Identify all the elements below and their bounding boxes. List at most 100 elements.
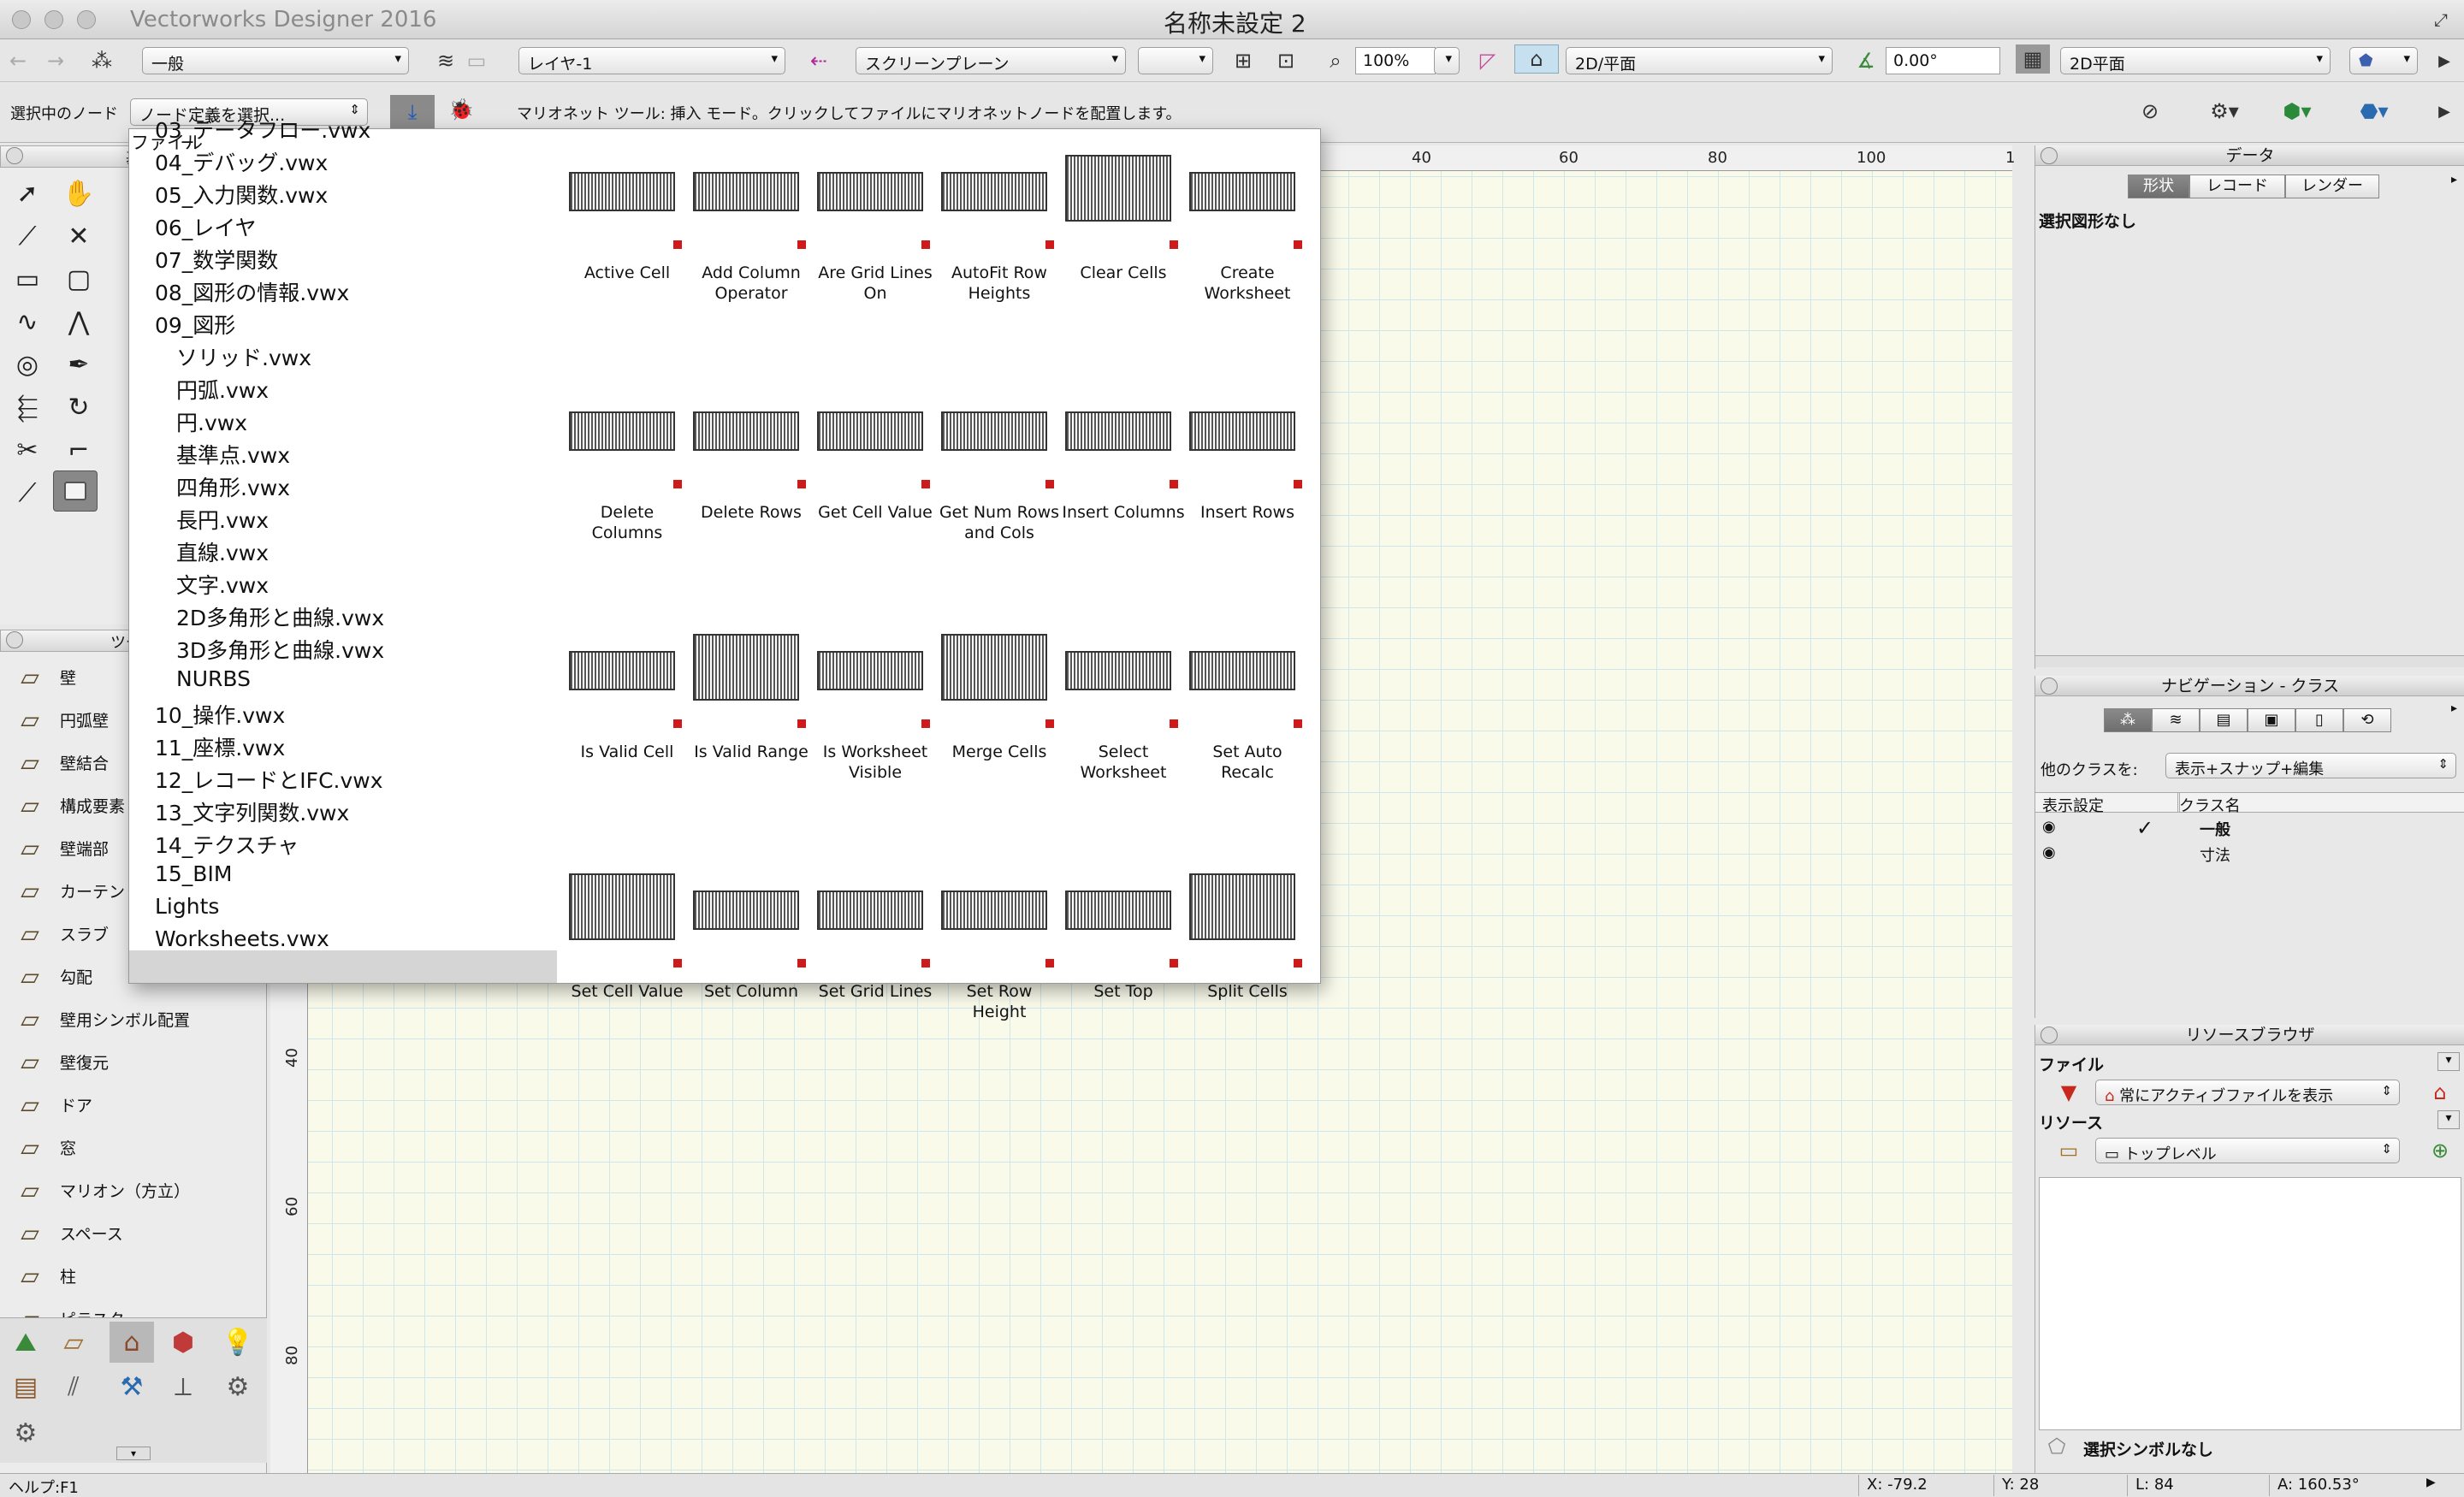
node-item[interactable]: Set Top (1062, 856, 1185, 1053)
class-tree-icon[interactable]: ⁂ (87, 46, 116, 75)
fullscreen-icon[interactable]: ⤢ (2426, 5, 2455, 34)
file-menu-item[interactable]: 03_データフロー.vwx (155, 114, 370, 145)
angle-field[interactable]: 0.00° (1886, 47, 2000, 74)
insert-mode-icon[interactable]: ⤓ (390, 95, 435, 129)
file-menu-item[interactable]: 円.vwx (176, 406, 247, 437)
forward-arrow-icon[interactable]: → (41, 46, 70, 75)
render-popup[interactable]: 2D平面 ▾ (2060, 47, 2331, 74)
node-item[interactable]: Split Cells (1186, 856, 1309, 1053)
node-item[interactable]: Set Cell Value (566, 856, 689, 1053)
file-popup[interactable]: ⌂ 常にアクティブファイルを表示 ⇕ (2095, 1080, 2400, 1105)
visibility-eye-icon[interactable]: ◉ (2042, 818, 2056, 836)
node-item[interactable]: Delete Rows (690, 377, 813, 574)
reshape-tool-icon[interactable]: ⬱ (5, 387, 50, 428)
rectangle-tool-icon[interactable]: ▭ (5, 258, 50, 299)
file-menu-item[interactable]: 円弧.vwx (176, 374, 269, 405)
debug-mode-icon[interactable]: 🐞 (447, 95, 476, 124)
file-menu-item[interactable]: ソリッド.vwx (176, 341, 311, 372)
rounded-rectangle-tool-icon[interactable]: ▢ (56, 258, 101, 299)
file-menu-item[interactable]: 2D多角形と曲線.vwx (176, 601, 384, 632)
expand-toolsets-icon[interactable]: ▾ (116, 1447, 151, 1460)
layer-options-icon[interactable]: ▭ (462, 46, 491, 75)
view-popup[interactable]: 2D/平面 ▾ (1566, 47, 1833, 74)
eyedropper-tool-icon[interactable]: ✒ (56, 344, 101, 385)
file-menu-item[interactable]: 文字.vwx (176, 569, 269, 600)
building-shell-tools-icon[interactable]: ⌂ (110, 1322, 154, 1363)
class-popup[interactable]: 一般 ▾ (142, 47, 409, 74)
tool-item[interactable]: ▱ スペース (0, 1211, 267, 1254)
visualization-tools-icon[interactable]: ⬢ (161, 1322, 205, 1363)
panel-menu-icon[interactable]: ▸ (2451, 701, 2463, 720)
layers-icon[interactable]: ≋ (431, 46, 460, 75)
node-item[interactable]: Set Auto Recalc (1186, 617, 1309, 814)
plane-popup[interactable]: スクリーンプレーン ▾ (856, 47, 1126, 74)
file-menu-item[interactable]: 13_文字列関数.vwx (155, 796, 349, 827)
file-menu-item[interactable]: 14_テクスチャ (155, 829, 299, 860)
tab-layers-icon[interactable]: ≋ (2152, 708, 2200, 732)
pan-tool-icon[interactable]: ✋ (56, 173, 101, 214)
file-menu-item[interactable]: 11_座標.vwx (155, 731, 285, 762)
settings-gear-icon[interactable]: ⚙▾ (2199, 97, 2250, 126)
node-item[interactable]: Delete Columns (566, 377, 689, 574)
node-item[interactable]: Set Grid Lines (814, 856, 937, 1053)
node-item[interactable]: Add Column Operator (690, 138, 813, 334)
file-menu-item[interactable]: Worksheets.vwx (155, 926, 329, 951)
new-folder-icon[interactable]: ⊕ (2426, 1136, 2455, 1165)
node-item[interactable]: Is Valid Cell (566, 617, 689, 814)
dimension-tool-icon[interactable]: ⟋ (5, 216, 50, 257)
file-menu-item[interactable]: Lights (155, 894, 219, 919)
machine-tools-icon[interactable]: ⚙ (216, 1366, 260, 1407)
zoom-icon[interactable]: ⌕ (1321, 46, 1350, 75)
polyline-tool-icon[interactable]: ⋀ (56, 301, 101, 342)
rotate-tool-icon[interactable]: ↻ (56, 387, 101, 428)
tool-item[interactable]: ▱ マリオン（方立） (0, 1169, 267, 1211)
close-palette-icon[interactable] (2040, 147, 2058, 164)
file-menu-item[interactable]: 09_図形 (155, 309, 235, 340)
file-menu-item[interactable]: 06_レイヤ (155, 211, 257, 242)
render-mode-icon[interactable]: ▦ (2016, 44, 2050, 74)
site-tools-icon[interactable]: ⛰ (3, 1322, 48, 1363)
freehand-tool-icon[interactable]: ∿ (5, 301, 50, 342)
detailing-tools-icon[interactable]: ⫽ (51, 1366, 96, 1407)
file-menu-item[interactable]: 07_数学関数 (155, 244, 278, 275)
node-item[interactable]: Clear Cells (1062, 138, 1185, 334)
node-item[interactable]: Get Num Rows and Cols (938, 377, 1061, 574)
close-window-button[interactable] (12, 10, 31, 29)
tab-sheet-layers-icon[interactable]: ▤ (2200, 708, 2248, 732)
clip-tool-icon[interactable]: ✕ (56, 216, 101, 257)
toolbar-overflow-icon[interactable]: ▶ (2430, 46, 2459, 75)
plane-icon[interactable]: ⇠ (804, 46, 833, 75)
file-menu-item[interactable]: 08_図形の情報.vwx (155, 276, 349, 307)
close-palette-icon[interactable] (2040, 1027, 2058, 1044)
offset-tool-icon[interactable]: ⟋ (5, 472, 50, 513)
projection-popup[interactable]: ⬟ ▾ (2349, 47, 2418, 74)
other-classes-popup[interactable]: 表示+スナップ+編集 ⇕ (2165, 753, 2456, 778)
file-menu-item[interactable]: 四角形.vwx (176, 471, 290, 502)
resource-list[interactable] (2039, 1177, 2461, 1430)
tool-item[interactable]: ▱ 壁復元 (0, 1040, 267, 1083)
zoom-window-button[interactable] (77, 10, 96, 29)
tab-shape[interactable]: 形状 (2128, 175, 2189, 198)
structural-tools-icon[interactable]: ⟂ (161, 1366, 205, 1407)
3d-view-icon[interactable]: ⬢▾ (2267, 97, 2327, 126)
node-item[interactable]: Insert Rows (1186, 377, 1309, 574)
lights-tools-icon[interactable]: 💡 (216, 1322, 260, 1363)
file-menu-item[interactable]: 12_レコードとIFC.vwx (155, 764, 383, 795)
file-menu-item[interactable]: 05_入力関数.vwx (155, 179, 328, 210)
node-item[interactable]: Is Valid Range (690, 617, 813, 814)
resource-popup[interactable]: ▭ トップレベル ⇕ (2095, 1138, 2400, 1163)
tool-item[interactable]: ▱ 窓 (0, 1126, 267, 1169)
node-item[interactable]: Merge Cells (938, 617, 1061, 814)
tab-saved-views-icon[interactable]: ▯ (2295, 708, 2343, 732)
landscape-tools-icon[interactable]: ▱ (51, 1322, 96, 1363)
class-row[interactable]: ◉ 寸法 (2035, 842, 2463, 866)
spiral-tool-icon[interactable]: ◎ (5, 344, 50, 385)
close-palette-icon[interactable] (6, 147, 23, 164)
file-menu-item[interactable]: 基準点.vwx (176, 439, 290, 470)
file-menu-item[interactable]: 直線.vwx (176, 536, 269, 567)
node-item[interactable]: Are Grid Lines On (814, 138, 937, 334)
class-row[interactable]: ◉ ✓ 一般 (2035, 816, 2463, 840)
tab-classes-icon[interactable]: ⁂ (2104, 708, 2152, 732)
zoom-popup[interactable]: ▾ (1434, 47, 1460, 74)
mirror-tool-icon[interactable]: ✂ (5, 429, 50, 470)
